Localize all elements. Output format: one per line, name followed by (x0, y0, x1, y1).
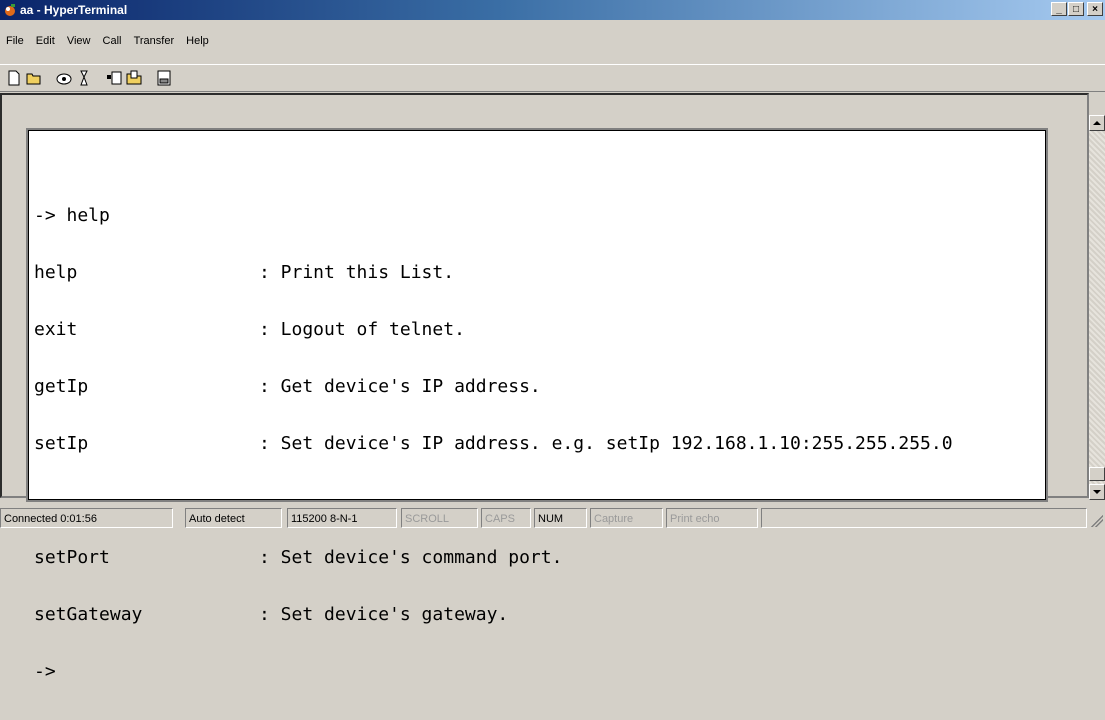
status-num: NUM (534, 508, 587, 528)
terminal-description: : Set device's gateway. (259, 604, 509, 625)
terminal-screen[interactable]: -> help help : Print this List. exit : Log… (26, 128, 1048, 681)
vertical-scrollbar[interactable] (1089, 115, 1105, 500)
new-connection-button[interactable] (4, 68, 24, 88)
terminal-command: exit (34, 319, 78, 340)
status-capture: Capture (590, 508, 663, 528)
terminal-command: getIp (34, 376, 89, 397)
menu-help[interactable]: Help (186, 35, 209, 47)
terminal-line: -> (34, 662, 953, 681)
terminal-description: : Set device's command port. (259, 547, 563, 568)
call-icon (56, 73, 72, 85)
terminal-description: : Print this List. (259, 262, 455, 283)
status-scroll: SCROLL (401, 508, 478, 528)
arrow-up-icon (1093, 121, 1101, 125)
terminal-output: -> help help : Print this List. exit : Log… (34, 168, 953, 719)
maximize-button[interactable]: □ (1068, 2, 1084, 16)
send-button[interactable] (104, 68, 124, 88)
resize-grip-icon[interactable] (1091, 515, 1103, 527)
terminal-description: : Set device's IP address. e.g. setIp 19… (259, 433, 953, 454)
terminal-command: -> (34, 661, 56, 682)
scroll-down-button[interactable] (1089, 484, 1105, 500)
terminal-line: setPort : Set device's command port. (34, 548, 953, 567)
menu-view[interactable]: View (67, 35, 91, 47)
properties-button[interactable] (154, 68, 174, 88)
window-controls: _ □ × (1050, 2, 1103, 16)
minimize-button[interactable]: _ (1051, 2, 1067, 16)
scroll-thumb[interactable] (1089, 467, 1105, 481)
status-empty-pane (761, 508, 1087, 528)
call-button[interactable] (54, 68, 74, 88)
status-settings: 115200 8-N-1 (287, 508, 397, 528)
status-connected: Connected 0:01:56 (0, 508, 173, 528)
terminal-command: -> help (34, 205, 110, 226)
terminal-command: help (34, 262, 78, 283)
terminal-command: setPort (34, 547, 110, 568)
terminal-command: setGateway (34, 604, 143, 625)
status-caps: CAPS (481, 508, 531, 528)
send-icon (107, 71, 122, 85)
status-detect: Auto detect (185, 508, 282, 528)
menu-call[interactable]: Call (103, 35, 122, 47)
terminal-description: : Get device's IP address. (259, 376, 541, 397)
terminal-line: exit : Logout of telnet. (34, 320, 953, 339)
terminal-line: -> help (34, 206, 953, 225)
menu-edit[interactable]: Edit (36, 35, 55, 47)
terminal-line: getIp : Get device's IP address. (34, 377, 953, 396)
disconnect-icon (80, 70, 88, 86)
open-icon (26, 73, 41, 85)
properties-icon (157, 70, 171, 86)
hyperterminal-icon (5, 4, 15, 16)
open-button[interactable] (24, 68, 44, 88)
menu-file[interactable]: File (6, 35, 24, 47)
disconnect-button[interactable] (74, 68, 94, 88)
title-bar[interactable]: aa - HyperTerminal _ □ × (0, 0, 1105, 20)
receive-button[interactable] (124, 68, 144, 88)
toolbar (0, 64, 1105, 92)
terminal-description: : Logout of telnet. (259, 319, 465, 340)
terminal-command: setIp (34, 433, 89, 454)
terminal-line: setIp : Set device's IP address. e.g. set… (34, 434, 953, 453)
status-print-echo: Print echo (666, 508, 758, 528)
close-button[interactable]: × (1087, 2, 1103, 16)
window-title: aa - HyperTerminal (20, 3, 128, 17)
receive-icon (126, 70, 142, 85)
menu-transfer[interactable]: Transfer (134, 35, 175, 47)
new-connection-icon (8, 70, 20, 86)
terminal-line: setGateway : Set device's gateway. (34, 605, 953, 624)
menu-bar: File Edit View Call Transfer Help (0, 32, 1105, 50)
arrow-down-icon (1093, 490, 1101, 494)
status-bar: Connected 0:01:56 Auto detect 115200 8-N… (0, 507, 1105, 529)
terminal-line: help : Print this List. (34, 263, 953, 282)
scroll-up-button[interactable] (1089, 115, 1105, 131)
